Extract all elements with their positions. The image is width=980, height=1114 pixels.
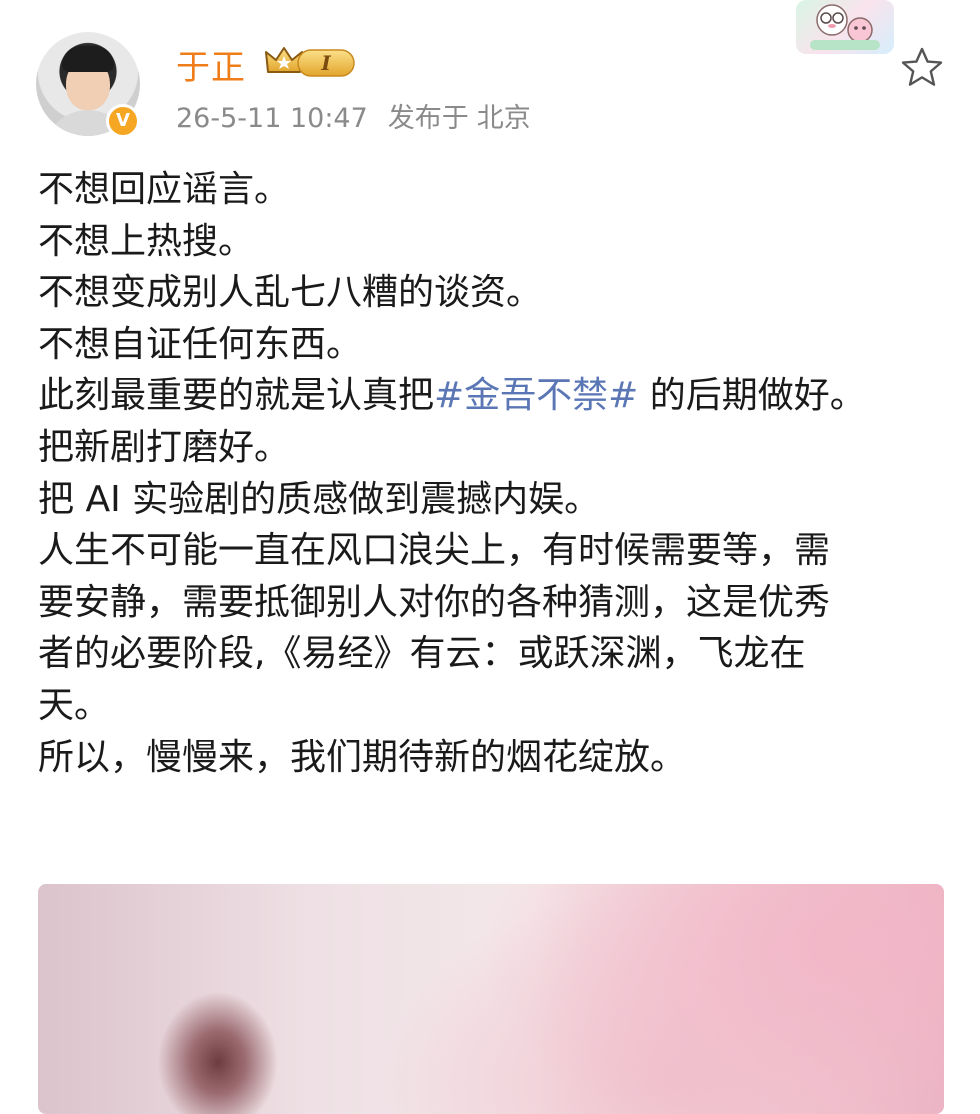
weibo-post: V 于正 I 26-5-11 10:47 发布于 北京 不想回应谣言。 不想上热搜。 (0, 0, 980, 1114)
content-text: 的后期做好。 (638, 375, 866, 417)
author-name[interactable]: 于正 (176, 40, 246, 89)
content-line: 不想变成别人乱七八糟的谈资。 (38, 272, 543, 314)
content-line: 把新剧打磨好。 (38, 426, 291, 468)
post-timestamp: 26-5-11 10:47 (176, 103, 368, 134)
post-meta: 26-5-11 10:47 发布于 北京 (176, 96, 531, 135)
content-line: 所以，慢慢来，我们期待新的烟花绽放。 (38, 736, 687, 778)
vip-level-text: I (320, 51, 331, 75)
vip-crown-icon[interactable]: I (262, 42, 360, 80)
avatar-hair (62, 46, 114, 72)
content-line: 者的必要阶段,《易经》有云：或跃深渊，飞龙在 (38, 633, 806, 675)
verified-icon: V (106, 104, 140, 138)
content-line: 不想上热搜。 (38, 220, 255, 262)
content-line: 不想自证任何东西。 (38, 323, 363, 365)
favorite-star-icon[interactable] (898, 44, 946, 92)
content-line: 天。 (38, 684, 111, 726)
post-location: 北京 (476, 103, 531, 134)
content-line: 人生不可能一直在风口浪尖上，有时候需要等，需 (38, 530, 831, 572)
hashtag-link[interactable]: #金吾不禁# (434, 375, 638, 416)
content-line-with-hashtag: 此刻最重要的就是认真把#金吾不禁# 的后期做好。 (38, 370, 938, 422)
content-line: 把 AI 实验剧的质感做到震撼内娱。 (38, 478, 601, 520)
location-prefix: 发布于 (387, 103, 469, 134)
post-content: 不想回应谣言。 不想上热搜。 不想变成别人乱七八糟的谈资。 不想自证任何东西。 … (38, 164, 938, 783)
content-line: 不想回应谣言。 (38, 169, 291, 210)
decoration-sticker-icon (796, 0, 894, 54)
content-text: 此刻最重要的就是认真把 (38, 375, 435, 417)
content-line: 要安静，需要抵御别人对你的各种猜测，这是优秀 (38, 581, 831, 623)
